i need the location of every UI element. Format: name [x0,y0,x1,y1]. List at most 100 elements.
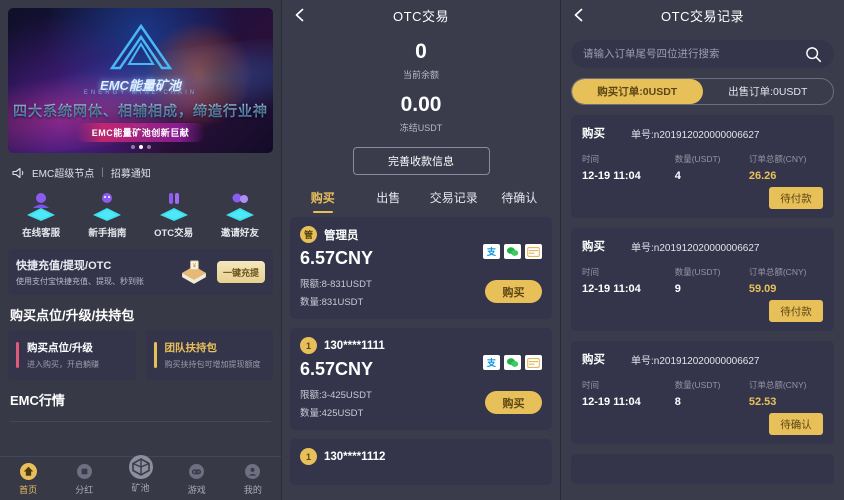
bottom-tab-bar: 首页 分红 矿池 游戏 我的 [0,454,281,500]
record-order-no: 单号:n201912020000006627 [631,129,760,141]
purchase-section-title: 购买点位/升级/扶持包 [10,308,135,323]
quick-entry-invite[interactable]: 邀请好友 [207,188,273,239]
otc-trade-icon [141,188,207,222]
divider [10,421,271,422]
accent-bar [153,342,157,368]
record-card[interactable]: 购买 单号:n201912020000006627 时间 12-19 11:04… [571,228,834,331]
quick-entry-otc[interactable]: OTC交易 [141,188,207,239]
one-click-recharge-button[interactable]: 一键充提 [217,261,265,283]
otc-records-panel: OTC交易记录 购买订单:0USDT 出售订单:0USDT 购买 单号:n201… [560,0,844,500]
customer-service-icon [8,188,74,222]
record-amount: 52.53 [748,396,777,408]
game-icon [169,462,225,482]
offer-list: 管 管理员 6.57CNY 限额:8-831USDT 数量:831USDT 支 [282,213,560,485]
seller-name: 管理员 [324,229,359,242]
promo-banner[interactable]: EMC能量矿池 ENERGY MINE CHAIN 四大系统网体、相辅相成，缔造… [8,8,273,153]
frozen-usdt-label: 冻结USDT [399,123,443,133]
otc-trade-panel: OTC交易 0 当前余额 0.00 冻结USDT 完善收款信息 购买 出售 交易… [281,0,560,500]
banner-pill: EMC能量矿池创新巨献 [75,123,206,142]
tab-home[interactable]: 首页 [0,462,56,496]
record-qty-col: 数量(USDT) 4 [675,153,749,182]
current-balance-label: 当前余额 [402,70,439,80]
page-title: OTC交易 [393,8,449,24]
search-input[interactable] [583,48,805,60]
tab-game[interactable]: 游戏 [169,462,225,496]
tab-pending-confirm[interactable]: 待确认 [487,189,553,213]
record-type: 购买 [582,354,605,366]
record-qty-col: 数量(USDT) 8 [675,379,749,408]
offer-card[interactable]: 1 130****1111 6.57CNY 限额:3-425USDT 数量:42… [290,328,552,430]
recharge-subtitle: 使用支付宝快捷充值、提现、秒到账 [16,277,144,286]
record-status-wrap: 待付款 [582,187,823,209]
record-type: 购买 [582,241,605,253]
banner-dot[interactable] [130,145,135,149]
envelope-money-icon: ¥ [182,260,206,284]
status-badge[interactable]: 待付款 [769,187,823,209]
record-order-no: 单号:n201912020000006627 [631,242,760,254]
complete-payment-info-button[interactable]: 完善收款信息 [352,147,490,175]
order-type-segment: 购买订单:0USDT 出售订单:0USDT [571,78,834,105]
buy-button[interactable]: 购买 [485,280,542,303]
tab-sell[interactable]: 出售 [356,189,422,213]
quick-entry-customer-service[interactable]: 在线客服 [8,188,74,239]
back-button[interactable] [292,7,308,23]
tab-trade-records[interactable]: 交易记录 [421,189,487,213]
promo-card-support-pack[interactable]: 团队扶持包 购买扶持包可增加提现额度 [145,330,273,380]
banner-pagination-dots[interactable] [130,145,151,149]
record-amount-col: 订单总额(CNY) 26.26 [749,153,823,182]
status-badge[interactable]: 待确认 [769,413,823,435]
offer-seller: 1 130****1112 [300,448,542,465]
promo-card-upgrade[interactable]: 购买点位/升级 进入购买，开启躺赚 [8,330,136,380]
offer-card[interactable]: 管 管理员 6.57CNY 限额:8-831USDT 数量:831USDT 支 [290,217,552,319]
market-section-title: EMC行情 [10,393,65,408]
bank-card-icon [525,355,542,370]
record-qty: 8 [674,396,681,408]
tab-mine-pool[interactable]: 矿池 [112,454,168,494]
banner-dot[interactable] [146,145,151,149]
alipay-icon: 支 [483,355,500,370]
quick-recharge-card[interactable]: 快捷充值/提现/OTC 使用支付宝快捷充值、提现、秒到账 ¥ 一键充提 [8,249,273,295]
record-type: 购买 [582,128,605,140]
record-header: 购买 单号:n201912020000006627 [582,125,823,141]
record-card[interactable]: 购买 单号:n201912020000006627 时间 12-19 11:04… [571,341,834,444]
segment-buy-orders[interactable]: 购买订单:0USDT [572,79,703,104]
status-badge[interactable]: 待付款 [769,300,823,322]
quick-entry-label: 邀请好友 [220,228,259,239]
col-header-time: 时间 [582,154,600,164]
record-amount-col: 订单总额(CNY) 52.53 [749,379,823,408]
search-icon[interactable] [805,46,822,63]
tab-dividend[interactable]: 分红 [56,462,112,496]
record-status-wrap: 待确认 [582,413,823,435]
offer-seller: 1 130****1111 [300,337,542,354]
promo-card-title: 团队扶持包 [164,342,218,354]
record-grid: 时间 12-19 11:04 数量(USDT) 9 订单总额(CNY) 59.0… [582,266,823,295]
notice-separator: | [101,167,104,178]
promo-card-desc: 购买扶持包可增加提现额度 [164,360,261,369]
segment-sell-orders[interactable]: 出售订单:0USDT [703,79,834,104]
record-header: 购买 单号:n201912020000006627 [582,351,823,367]
search-bar[interactable] [571,40,834,68]
record-status-wrap: 待付款 [582,300,823,322]
record-time-col: 时间 12-19 11:04 [582,153,675,182]
offer-card[interactable]: 1 130****1112 [290,439,552,485]
quick-entry-guide[interactable]: 新手指南 [74,188,140,239]
otc-header: OTC交易 [282,0,560,30]
record-header: 购买 单号:n201912020000006627 [582,238,823,254]
recharge-title: 快捷充值/提现/OTC [16,260,112,272]
banner-subtitle: ENERGY MINE CHAIN [83,90,198,96]
col-header-amount: 订单总额(CNY) [748,267,807,277]
profile-icon [225,462,281,482]
record-order-no: 单号:n201912020000006627 [631,355,760,367]
buy-button[interactable]: 购买 [485,391,542,414]
tab-label: 分红 [75,484,94,495]
banner-dot-active[interactable] [138,145,143,149]
three-panel-screenshot: EMC能量矿池 ENERGY MINE CHAIN 四大系统网体、相辅相成，缔造… [0,0,844,500]
record-card-partial[interactable] [571,454,834,484]
tab-profile[interactable]: 我的 [225,462,281,496]
back-button[interactable] [571,7,587,23]
tab-buy[interactable]: 购买 [290,189,356,213]
record-amount: 26.26 [748,170,777,182]
record-card[interactable]: 购买 单号:n201912020000006627 时间 12-19 11:04… [571,115,834,218]
notice-bar[interactable]: EMC超级节点 | 招募通知 [0,161,281,182]
notice-text-2: 招募通知 [110,169,151,180]
